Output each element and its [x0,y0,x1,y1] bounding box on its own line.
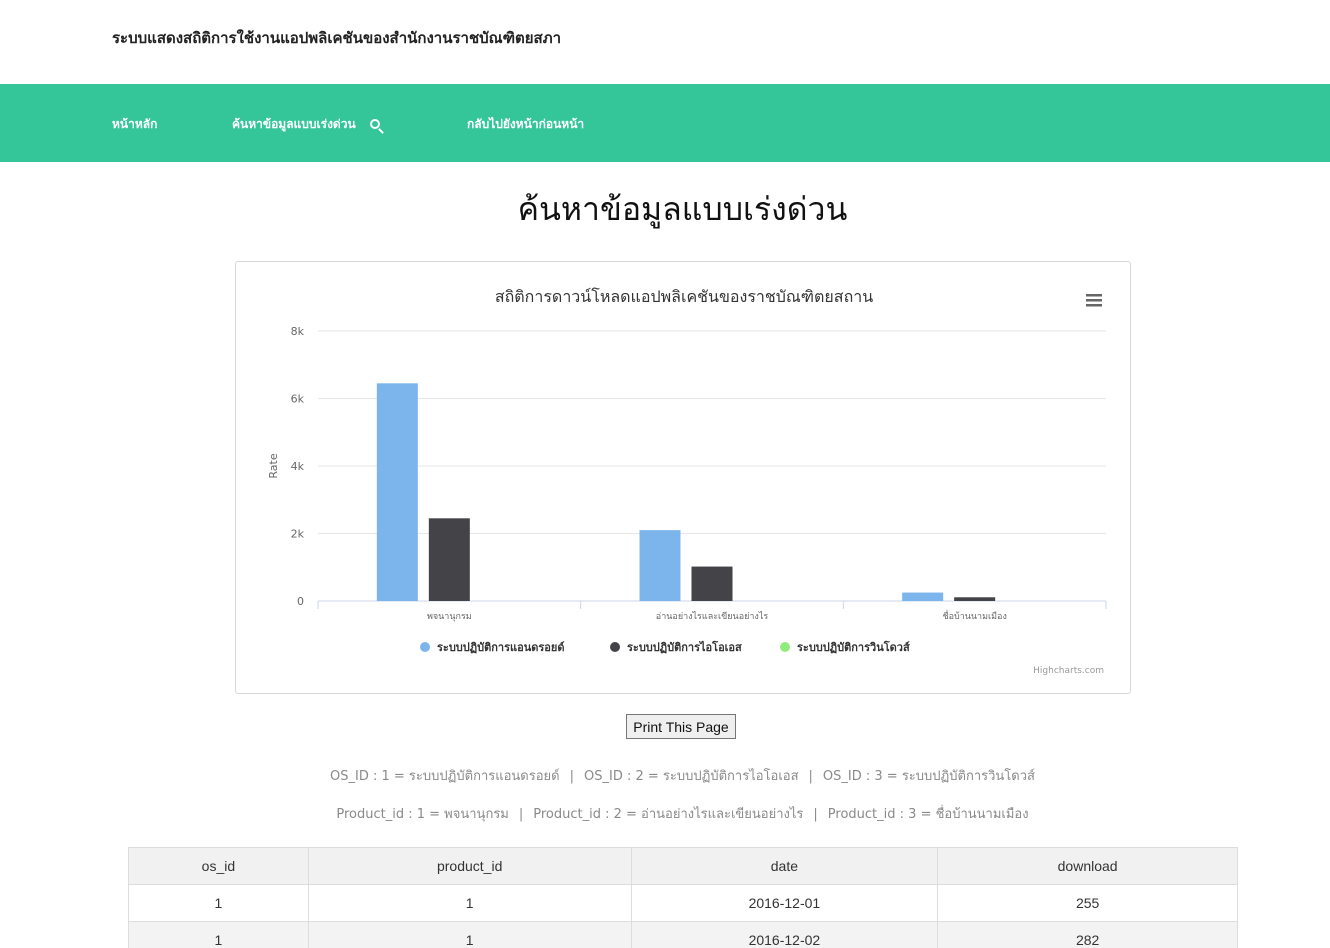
bar [639,530,681,601]
legend-symbol[interactable] [420,642,430,652]
legend-separator: | [518,807,524,822]
bar-chart: สถิติการดาวน์โหลดแอปพลิเคชันของราชบัณฑิต… [267,287,1107,676]
product-legend-item: Product_id : 1 = พจนานุกรม [336,807,509,822]
bar [691,566,733,601]
navbar: หน้าหลัก ค้นหาข้อมูลแบบเร่งด่วน กลับไปยั… [0,84,1330,162]
y-tick-label: 6k [291,393,305,406]
legend-item[interactable]: ระบบปฏิบัติการไอโอเอส [627,640,742,654]
product-legend-item: Product_id : 2 = อ่านอย่างไรและเขียนอย่า… [533,807,804,822]
column-header: os_id [128,847,309,885]
column-header: date [630,847,939,885]
column-header: download [937,847,1238,885]
x-tick-label: ชื่อบ้านนามเมือง [942,609,1006,622]
nav-back-link[interactable]: กลับไปยังหน้าก่อนหน้า [467,115,584,134]
table-cell: 1 [128,884,309,922]
x-tick-label: อ่านอย่างไรและเขียนอย่างไร [656,611,769,622]
nav-search-link[interactable]: ค้นหาข้อมูลแบบเร่งด่วน [232,115,380,134]
legend-separator: | [808,769,813,784]
hamburger-menu-icon-bar[interactable] [1086,304,1102,307]
x-tick-label: พจนานุกรม [427,612,472,622]
site-title: ระบบแสดงสถิติการใช้งานแอปพลิเคชันของสำนั… [112,29,562,47]
nav-search-label: ค้นหาข้อมูลแบบเร่งด่วน [232,117,356,131]
y-tick-label: 0 [297,595,304,608]
print-page-button[interactable]: Print This Page [626,714,736,739]
download-table: os_id product_id date download 1 1 2016-… [128,847,1238,948]
os-legend-item: OS_ID : 3 = ระบบปฏิบัติการวินโดวส์ [822,769,1035,784]
legend-item[interactable]: ระบบปฏิบัติการวินโดวส์ [797,640,910,654]
table-header-row: os_id product_id date download [128,847,1238,885]
os-legend-item: OS_ID : 1 = ระบบปฏิบัติการแอนดรอยด์ [330,769,560,784]
legend-separator: | [569,769,574,784]
bar [428,518,470,601]
product-id-legend: Product_id : 1 = พจนานุกรม | Product_id : … [0,803,1330,824]
y-tick-label: 4k [291,460,305,473]
chart-credits: Highcharts.com [1033,666,1104,676]
bar [376,383,418,601]
table-cell: 1 [307,921,632,948]
page-title: ค้นหาข้อมูลแบบเร่งด่วน [517,190,848,228]
table-cell: 2016-12-02 [630,921,939,948]
bar [902,592,944,601]
table-row: 1 1 2016-12-02 282 [128,921,1238,948]
table-cell: 255 [937,884,1238,922]
chart-title: สถิติการดาวน์โหลดแอปพลิเคชันของราชบัณฑิต… [495,287,873,306]
table-row: 1 1 2016-12-01 255 [128,884,1238,922]
table-cell: 1 [307,884,632,922]
table-cell: 1 [128,921,309,948]
hamburger-menu-icon-bar[interactable] [1086,294,1102,297]
search-icon [369,119,380,129]
os-legend-item: OS_ID : 2 = ระบบปฏิบัติการไอโอเอส [584,769,799,784]
table-cell: 282 [937,921,1238,948]
legend-symbol[interactable] [610,642,620,652]
legend-separator: | [813,807,818,822]
legend-symbol[interactable] [780,642,790,652]
table-cell: 2016-12-01 [630,884,939,922]
legend-item[interactable]: ระบบปฏิบัติการแอนดรอยด์ [437,641,564,654]
hamburger-menu-icon-bar[interactable] [1086,299,1102,302]
y-tick-label: 2k [291,528,305,541]
os-id-legend: OS_ID : 1 = ระบบปฏิบัติการแอนดรอยด์ | OS_I… [0,765,1330,786]
y-axis-label: Rate [267,453,280,478]
product-legend-item: Product_id : 3 = ชื่อบ้านนามเมือง [827,807,1029,822]
y-tick-label: 8k [291,325,305,338]
bar [954,597,996,601]
chart-container: สถิติการดาวน์โหลดแอปพลิเคชันของราชบัณฑิต… [235,261,1131,694]
column-header: product_id [307,847,632,885]
nav-home-link[interactable]: หน้าหลัก [112,115,157,134]
